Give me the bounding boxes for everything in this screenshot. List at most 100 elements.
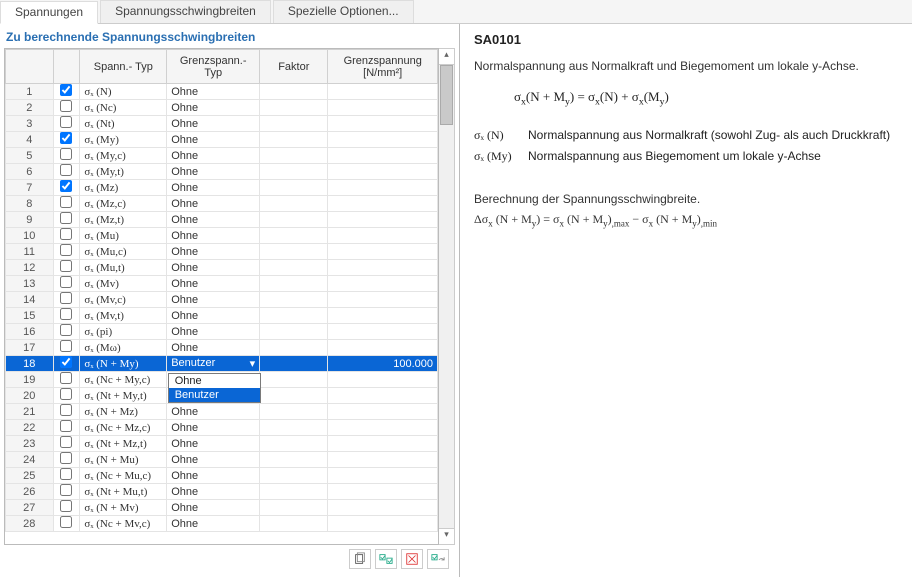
table-row[interactable]: 8σₓ (Mz,c)Ohne [6, 196, 438, 212]
row-checkbox-cell[interactable] [53, 100, 80, 116]
vertical-scrollbar[interactable]: ▴ ▾ [439, 48, 455, 545]
table-row[interactable]: 13σₓ (Mv)Ohne [6, 276, 438, 292]
cell-grenz[interactable] [328, 148, 438, 164]
cell-grenz-typ[interactable]: Ohne [167, 180, 260, 196]
row-checkbox[interactable] [60, 308, 72, 320]
table-row[interactable]: 2σₓ (Nc)Ohne [6, 100, 438, 116]
cell-grenz[interactable] [328, 196, 438, 212]
cell-grenz[interactable] [328, 228, 438, 244]
tab-1[interactable]: Spannungsschwingbreiten [100, 0, 271, 23]
row-checkbox-cell[interactable] [53, 420, 80, 436]
row-checkbox-cell[interactable] [53, 196, 80, 212]
cell-grenz-typ[interactable]: Ohne [167, 84, 260, 100]
uncheck-all-icon[interactable] [401, 549, 423, 569]
cell-grenz-typ[interactable]: Ohne [167, 164, 260, 180]
row-checkbox[interactable] [60, 132, 72, 144]
cell-grenz-typ[interactable]: Ohne [167, 340, 260, 356]
row-checkbox-cell[interactable] [53, 308, 80, 324]
scroll-down-button[interactable]: ▾ [439, 528, 454, 544]
cell-faktor[interactable] [260, 148, 328, 164]
cell-grenz[interactable] [328, 180, 438, 196]
tab-0[interactable]: Spannungen [0, 1, 98, 24]
cell-grenz[interactable] [328, 340, 438, 356]
cell-faktor[interactable] [260, 404, 328, 420]
row-checkbox-cell[interactable] [53, 84, 80, 100]
cell-grenz[interactable] [328, 100, 438, 116]
check-all-icon[interactable] [375, 549, 397, 569]
row-checkbox-cell[interactable] [53, 180, 80, 196]
row-checkbox[interactable] [60, 292, 72, 304]
cell-grenz-typ[interactable]: Ohne [167, 452, 260, 468]
cell-faktor[interactable] [260, 244, 328, 260]
row-checkbox[interactable] [60, 260, 72, 272]
cell-faktor[interactable] [260, 84, 328, 100]
copy-icon[interactable] [349, 549, 371, 569]
row-checkbox-cell[interactable] [53, 324, 80, 340]
cell-grenz-typ[interactable]: Ohne [167, 420, 260, 436]
table-row[interactable]: 14σₓ (Mv,c)Ohne [6, 292, 438, 308]
row-checkbox-cell[interactable] [53, 212, 80, 228]
cell-faktor[interactable] [260, 116, 328, 132]
row-checkbox[interactable] [60, 516, 72, 528]
cell-faktor[interactable] [260, 436, 328, 452]
cell-faktor[interactable] [260, 452, 328, 468]
cell-faktor[interactable] [260, 292, 328, 308]
table-row[interactable]: 4σₓ (My)Ohne [6, 132, 438, 148]
cell-faktor[interactable] [260, 484, 328, 500]
cell-faktor[interactable] [260, 260, 328, 276]
row-checkbox-cell[interactable] [53, 436, 80, 452]
table-row[interactable]: 9σₓ (Mz,t)Ohne [6, 212, 438, 228]
table-row[interactable]: 1σₓ (N)Ohne [6, 84, 438, 100]
row-checkbox-cell[interactable] [53, 516, 80, 532]
row-checkbox-cell[interactable] [53, 132, 80, 148]
row-checkbox-cell[interactable] [53, 244, 80, 260]
row-checkbox[interactable] [60, 420, 72, 432]
cell-grenz[interactable] [328, 436, 438, 452]
cell-grenz-typ[interactable]: Ohne [167, 196, 260, 212]
row-checkbox[interactable] [60, 148, 72, 160]
row-checkbox[interactable] [60, 244, 72, 256]
row-checkbox-cell[interactable] [53, 292, 80, 308]
row-checkbox-cell[interactable] [53, 500, 80, 516]
row-checkbox-cell[interactable] [53, 276, 80, 292]
table-row[interactable]: 26σₓ (Nt + Mu,t)Ohne [6, 484, 438, 500]
cell-faktor[interactable] [260, 468, 328, 484]
row-checkbox[interactable] [60, 324, 72, 336]
row-checkbox-cell[interactable] [53, 404, 80, 420]
row-checkbox[interactable] [60, 404, 72, 416]
cell-faktor[interactable] [260, 196, 328, 212]
cell-grenz-typ[interactable]: Ohne [167, 244, 260, 260]
cell-grenz[interactable] [328, 116, 438, 132]
cell-faktor[interactable] [260, 340, 328, 356]
cell-grenz[interactable] [328, 404, 438, 420]
row-checkbox[interactable] [60, 84, 72, 96]
row-checkbox[interactable] [60, 116, 72, 128]
cell-grenz[interactable] [328, 244, 438, 260]
row-checkbox[interactable] [60, 500, 72, 512]
cell-faktor[interactable] [260, 388, 328, 404]
cell-grenz-typ[interactable]: Ohne [167, 516, 260, 532]
row-checkbox[interactable] [60, 196, 72, 208]
row-checkbox[interactable] [60, 228, 72, 240]
table-row[interactable]: 22σₓ (Nc + Mz,c)Ohne [6, 420, 438, 436]
cell-faktor[interactable] [260, 276, 328, 292]
row-checkbox[interactable] [60, 468, 72, 480]
table-row[interactable]: 12σₓ (Mu,t)Ohne [6, 260, 438, 276]
cell-grenz[interactable] [328, 276, 438, 292]
row-checkbox[interactable] [60, 100, 72, 112]
cell-grenz-typ[interactable]: Ohne [167, 100, 260, 116]
cell-grenz-typ[interactable]: Ohne [167, 484, 260, 500]
cell-grenz[interactable] [328, 308, 438, 324]
cell-grenz[interactable] [328, 516, 438, 532]
cell-grenz[interactable] [328, 452, 438, 468]
row-checkbox-cell[interactable] [53, 228, 80, 244]
cell-grenz[interactable]: 100.000 [328, 356, 438, 372]
cell-faktor[interactable] [260, 180, 328, 196]
scroll-up-button[interactable]: ▴ [439, 49, 454, 65]
row-checkbox[interactable] [60, 340, 72, 352]
row-checkbox[interactable] [60, 180, 72, 192]
row-checkbox[interactable] [60, 276, 72, 288]
cell-grenz-typ[interactable]: Ohne [167, 500, 260, 516]
cell-grenz[interactable] [328, 212, 438, 228]
table-row[interactable]: 10σₓ (Mu)Ohne [6, 228, 438, 244]
